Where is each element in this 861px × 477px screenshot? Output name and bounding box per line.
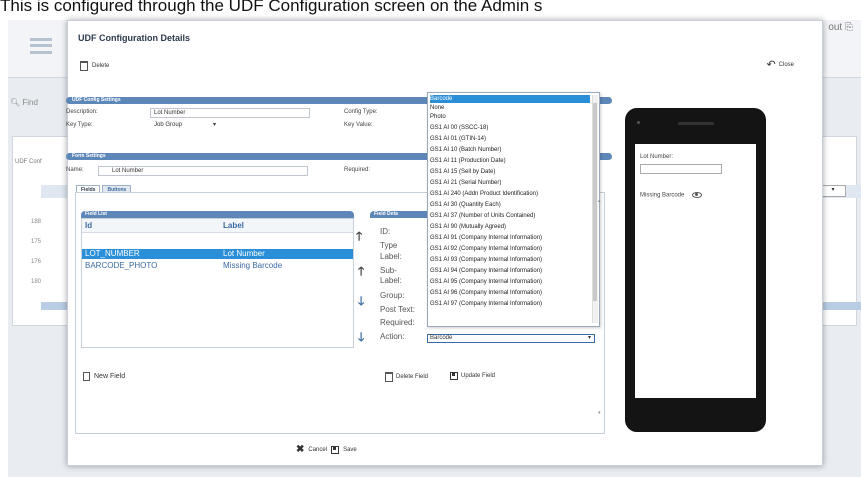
background-row: 180 bbox=[31, 279, 42, 285]
key-type-select[interactable]: Job Group ▾ bbox=[154, 120, 218, 130]
cancel-button[interactable]: Cancel bbox=[308, 447, 327, 453]
phone-camera bbox=[637, 121, 640, 124]
detail-group-label: Group: bbox=[380, 291, 405, 300]
save-icon bbox=[331, 445, 340, 454]
sign-out-link[interactable]: out ⎘ bbox=[828, 22, 853, 33]
dropdown-option[interactable]: GS1 AI 97 (Company Internal Information) bbox=[430, 300, 542, 308]
detail-label-label: Label: bbox=[380, 252, 402, 261]
new-field-button[interactable]: New Field bbox=[83, 372, 125, 381]
fields-scrollbar[interactable]: ▴ ▾ bbox=[596, 198, 606, 420]
phone-lot-number-input[interactable] bbox=[640, 164, 722, 174]
background-row: 176 bbox=[31, 259, 42, 265]
detail-required-label: Required: bbox=[380, 318, 415, 327]
dropdown-option[interactable]: GS1 AI 95 (Company Internal Information) bbox=[430, 278, 542, 286]
background-row: 188 bbox=[31, 219, 42, 225]
detail-type-label: Type bbox=[380, 241, 398, 250]
column-id: Id bbox=[85, 221, 93, 230]
field-detail-header: Field Deta bbox=[370, 211, 430, 218]
phone-speaker bbox=[678, 122, 714, 125]
dropdown-option[interactable]: GS1 AI 37 (Number of Units Contained) bbox=[430, 212, 535, 220]
find-search[interactable]: 🔍︎ Find bbox=[10, 98, 38, 107]
phone-lot-number-label: Lot Number: bbox=[640, 154, 674, 160]
save-icon bbox=[450, 372, 458, 380]
modal-footer: ✖ Cancel Save bbox=[296, 444, 357, 455]
delete-label: Delete bbox=[92, 63, 110, 69]
field-row-lot-number[interactable]: LOT_NUMBER Lot Number bbox=[82, 249, 353, 259]
delete-button[interactable]: Delete bbox=[80, 61, 109, 71]
move-down-arrow-icon[interactable]: 🡓 bbox=[358, 292, 364, 313]
phone-missing-barcode-row: Missing Barcode bbox=[640, 192, 703, 199]
detail-posttext-label: Post Text: bbox=[380, 305, 415, 314]
update-field-button[interactable]: Update Field bbox=[450, 372, 495, 380]
cancel-x-icon: ✖ bbox=[296, 444, 305, 455]
dropdown-option[interactable]: Photo bbox=[430, 113, 446, 121]
dropdown-option[interactable]: GS1 AI 93 (Company Internal Information) bbox=[430, 256, 542, 264]
dropdown-option[interactable]: GS1 AI 240 (Addn Product Identification) bbox=[430, 190, 538, 198]
dropdown-option[interactable]: GS1 AI 96 (Company Internal Information) bbox=[430, 289, 542, 297]
dropdown-option[interactable]: GS1 AI 15 (Sell by Date) bbox=[430, 168, 495, 176]
required-label: Required: bbox=[344, 167, 371, 173]
dropdown-option[interactable]: GS1 AI 01 (GTIN-14) bbox=[430, 135, 486, 143]
key-type-label: Key Type: bbox=[66, 122, 93, 128]
background-select[interactable]: ▾ bbox=[820, 185, 846, 197]
dropdown-option[interactable]: GS1 AI 21 (Serial Number) bbox=[430, 179, 501, 187]
dropdown-option[interactable]: GS1 AI 11 (Production Date) bbox=[430, 157, 506, 165]
dropdown-option[interactable]: GS1 AI 10 (Batch Number) bbox=[430, 146, 501, 154]
move-bottom-arrow-icon[interactable]: 🡓 bbox=[358, 328, 364, 349]
background-row: 175 bbox=[31, 239, 42, 245]
phone-screen: Lot Number: Missing Barcode bbox=[635, 144, 756, 398]
dropdown-option[interactable]: GS1 AI 00 (SSCC-18) bbox=[430, 124, 488, 132]
update-field-label: Update Field bbox=[461, 373, 496, 379]
key-value-label: Key Value: bbox=[344, 122, 373, 128]
trash-icon bbox=[385, 372, 393, 382]
name-value: Lot Number bbox=[112, 168, 144, 174]
delete-field-button[interactable]: Delete Field bbox=[385, 372, 428, 382]
description-field[interactable]: Lot Number bbox=[150, 108, 310, 118]
save-button[interactable]: Save bbox=[343, 447, 357, 453]
close-label: Close bbox=[778, 62, 794, 68]
field-row-barcode-photo[interactable]: BARCODE_PHOTO Missing Barcode bbox=[82, 261, 353, 271]
trash-icon bbox=[80, 61, 88, 71]
eye-icon[interactable] bbox=[692, 192, 703, 198]
undo-arrow-icon: ↶ bbox=[766, 59, 776, 71]
detail-sub-label: Sub- bbox=[380, 266, 397, 275]
new-field-label: New Field bbox=[94, 373, 126, 380]
field-list-header: Field List bbox=[81, 211, 354, 218]
background-udf-label: UDF Conf bbox=[15, 159, 42, 165]
dropdown-option[interactable]: None bbox=[430, 104, 444, 112]
name-label: Name: bbox=[66, 167, 84, 173]
description-label: Description: bbox=[66, 109, 98, 115]
modal-title: UDF Configuration Details bbox=[78, 33, 190, 43]
close-button[interactable]: ↶ Close bbox=[766, 59, 794, 71]
move-top-arrow-icon[interactable]: 🡑 bbox=[356, 227, 362, 248]
new-document-icon bbox=[83, 372, 90, 381]
detail-sublabel-label: Label: bbox=[380, 276, 402, 285]
field-list: Id Label LOT_NUMBER Lot Number BARCODE_P… bbox=[81, 218, 354, 348]
hamburger-menu-icon[interactable] bbox=[30, 38, 52, 54]
detail-id-label: ID: bbox=[380, 227, 391, 236]
detail-action-label: Action: bbox=[380, 332, 405, 341]
phone-preview: Lot Number: Missing Barcode bbox=[625, 108, 766, 432]
action-select[interactable]: Barcode ▾ bbox=[427, 334, 595, 343]
dropdown-option[interactable]: GS1 AI 94 (Company Internal Information) bbox=[430, 267, 542, 275]
move-up-arrow-icon[interactable]: 🡑 bbox=[358, 262, 364, 283]
column-label: Label bbox=[223, 221, 244, 230]
action-dropdown-list[interactable]: Barcode None Photo GS1 AI 00 (SSCC-18) G… bbox=[427, 92, 600, 327]
caption-text: This is configured through the UDF Confi… bbox=[0, 0, 543, 15]
phone-missing-barcode-label: Missing Barcode bbox=[640, 192, 685, 199]
dropdown-option[interactable]: GS1 AI 90 (Mutually Agreed) bbox=[430, 223, 506, 231]
dropdown-option[interactable]: GS1 AI 92 (Company Internal Information) bbox=[430, 245, 542, 253]
field-list-columns: Id Label bbox=[82, 219, 353, 233]
dropdown-option[interactable]: GS1 AI 91 (Company Internal Information) bbox=[430, 234, 542, 242]
dropdown-option-selected[interactable]: Barcode bbox=[430, 95, 590, 103]
name-field[interactable]: Lot Number bbox=[98, 166, 308, 176]
delete-field-label: Delete Field bbox=[396, 374, 429, 380]
config-type-label: Config Type: bbox=[344, 109, 378, 115]
dropdown-option[interactable]: GS1 AI 30 (Quantity Each) bbox=[430, 201, 501, 209]
